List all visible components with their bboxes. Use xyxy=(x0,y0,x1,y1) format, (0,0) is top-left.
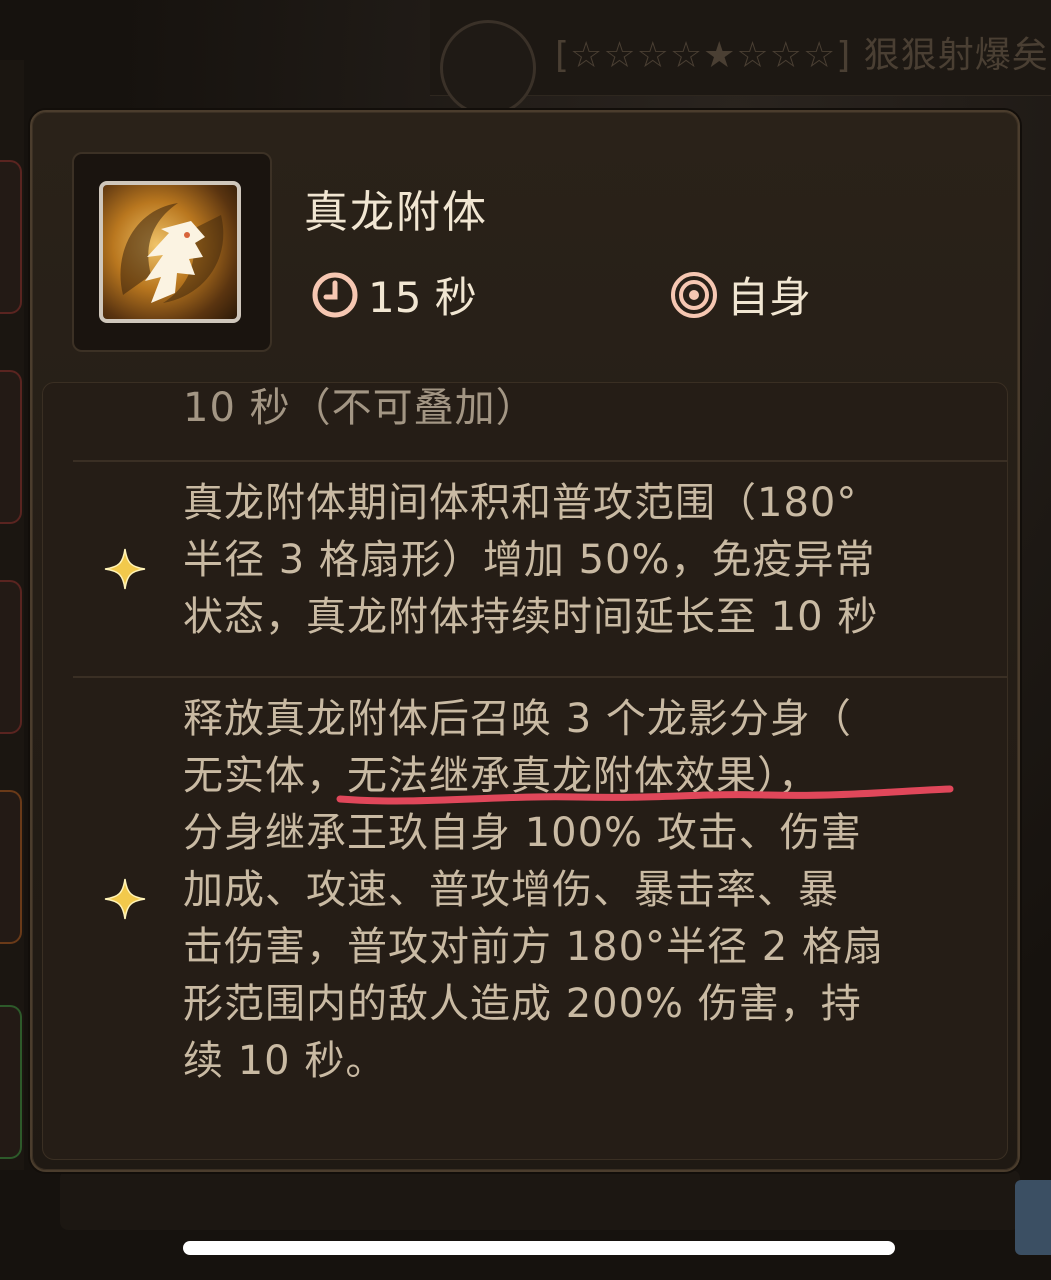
target-value: 自身 xyxy=(727,273,812,322)
description-entry: 真龙附体期间体积和普攻范围（180° 半径 3 格扇形）增加 50%，免疫异常 … xyxy=(183,475,983,646)
background-left-tab xyxy=(0,370,22,524)
divider xyxy=(73,460,1007,462)
background-top-text: [☆☆☆☆★☆☆☆] 狠狠射爆矣 xyxy=(555,35,1049,76)
home-indicator[interactable] xyxy=(183,1241,895,1255)
dragon-skill-icon xyxy=(99,181,241,323)
skill-tooltip: 真龙附体 15 秒 自身 10 秒（不可叠加） 真龙附体期间体积和普攻范围（18… xyxy=(30,110,1020,1172)
background-left-tab xyxy=(0,580,22,734)
background-bottom-button xyxy=(1015,1180,1051,1255)
skill-duration: 15 秒 xyxy=(310,264,477,325)
skill-target: 自身 xyxy=(669,264,811,325)
star-sparkle-icon xyxy=(104,548,146,590)
clock-icon xyxy=(312,272,358,317)
skill-icon-frame xyxy=(72,152,272,352)
red-underline-annotation xyxy=(336,785,954,805)
description-entry-text: 释放真龙附体后召唤 3 个龙影分身（ 无实体，无法继承真龙附体效果）， 分身继承… xyxy=(183,696,884,1084)
description-entry-text: 真龙附体期间体积和普攻范围（180° 半径 3 格扇形）增加 50%，免疫异常 … xyxy=(183,480,879,640)
target-icon xyxy=(671,271,717,318)
divider xyxy=(73,676,1007,678)
star-sparkle-icon xyxy=(104,878,146,920)
background-avatar xyxy=(440,20,536,116)
duration-value: 15 秒 xyxy=(368,273,477,322)
description-entry: 释放真龙附体后召唤 3 个龙影分身（ 无实体，无法继承真龙附体效果）， 分身继承… xyxy=(183,691,983,1090)
background-left-tab xyxy=(0,1005,22,1159)
skill-name: 真龙附体 xyxy=(304,187,488,238)
background-left-strip xyxy=(0,60,24,1170)
background-bottom-bar xyxy=(60,1170,1020,1230)
skill-description-panel[interactable]: 10 秒（不可叠加） 真龙附体期间体积和普攻范围（180° 半径 3 格扇形）增… xyxy=(42,382,1008,1160)
background-left-tab xyxy=(0,790,22,944)
background-left-tab xyxy=(0,160,22,314)
cut-off-line: 10 秒（不可叠加） xyxy=(183,385,537,431)
